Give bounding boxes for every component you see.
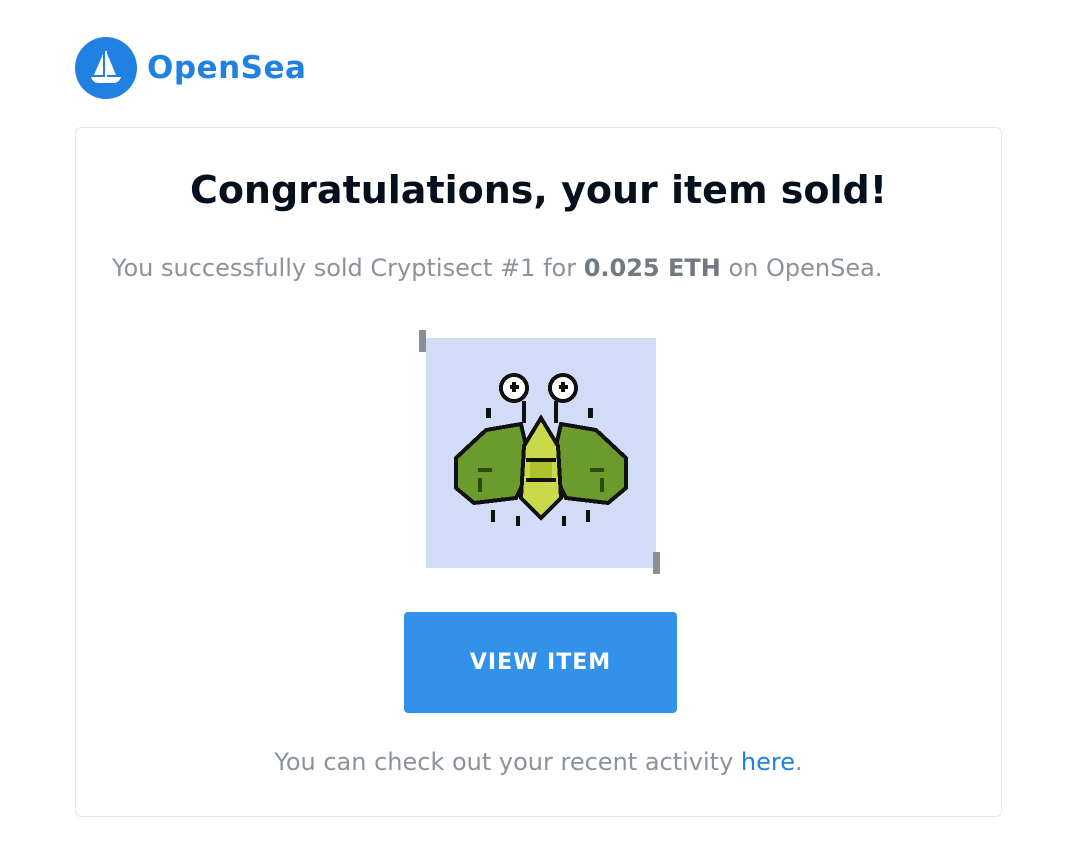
- sale-message-prefix: You successfully sold Cryptisect #1 for: [112, 254, 584, 282]
- sale-message-suffix: on OpenSea.: [720, 254, 883, 282]
- pixel-insect-icon: [454, 373, 628, 526]
- opensea-logo[interactable]: OpenSea: [75, 37, 306, 99]
- headline: Congratulations, your item sold!: [189, 168, 888, 212]
- activity-note-prefix: You can check out your recent activity: [274, 748, 741, 776]
- image-corner-mark: [653, 552, 660, 574]
- activity-link[interactable]: here: [741, 748, 795, 776]
- view-item-button[interactable]: VIEW ITEM: [404, 612, 677, 713]
- nft-image[interactable]: [426, 338, 656, 568]
- brand-name: OpenSea: [147, 50, 307, 86]
- image-corner-mark: [419, 330, 426, 352]
- sailboat-icon: [75, 37, 137, 99]
- email-page: OpenSea Congratulations, your item sold!…: [0, 0, 1080, 841]
- sale-price: 0.025 ETH: [583, 254, 721, 282]
- activity-note-suffix: .: [795, 748, 803, 776]
- sale-message: You successfully sold Cryptisect #1 for …: [112, 254, 882, 282]
- email-card: Congratulations, your item sold! You suc…: [75, 127, 1002, 817]
- activity-note: You can check out your recent activity h…: [76, 748, 1001, 776]
